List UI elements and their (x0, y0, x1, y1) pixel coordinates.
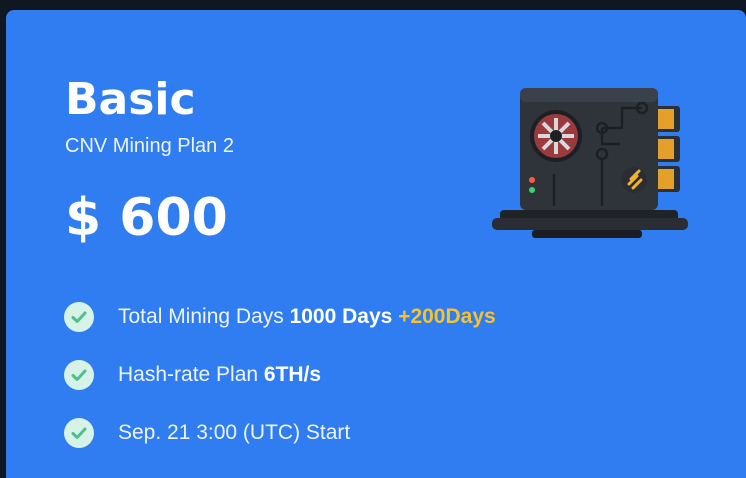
plan-subtitle: CNV Mining Plan 2 (65, 135, 234, 157)
mining-rig-illustration (492, 84, 688, 247)
feature-text: Total Mining Days 1000 Days +200Days (118, 305, 496, 329)
check-circle-icon (64, 360, 94, 390)
plan-price: $ 600 (65, 188, 228, 248)
check-circle-icon (64, 418, 94, 448)
feature-item-hash-rate: Hash-rate Plan 6TH/s (64, 346, 496, 404)
feature-label: Total Mining Days (118, 305, 284, 328)
feature-label: Hash-rate Plan (118, 363, 259, 386)
check-circle-icon (64, 302, 94, 332)
feature-item-mining-days: Total Mining Days 1000 Days +200Days (64, 288, 496, 346)
feature-item-start: Sep. 21 3:00 (UTC) Start (64, 404, 496, 462)
feature-text: Hash-rate Plan 6TH/s (118, 363, 321, 387)
feature-list: Total Mining Days 1000 Days +200Days Has… (64, 288, 496, 462)
feature-label: Sep. 21 3:00 (UTC) Start (118, 421, 351, 444)
plan-title: Basic (65, 74, 196, 125)
feature-text: Sep. 21 3:00 (UTC) Start (118, 421, 350, 445)
feature-value: 6TH/s (263, 363, 322, 386)
feature-value: 1000 Days (289, 305, 393, 328)
plan-card[interactable]: Basic CNV Mining Plan 2 $ 600 Total Mini… (6, 10, 746, 478)
feature-bonus: +200Days (398, 305, 496, 328)
